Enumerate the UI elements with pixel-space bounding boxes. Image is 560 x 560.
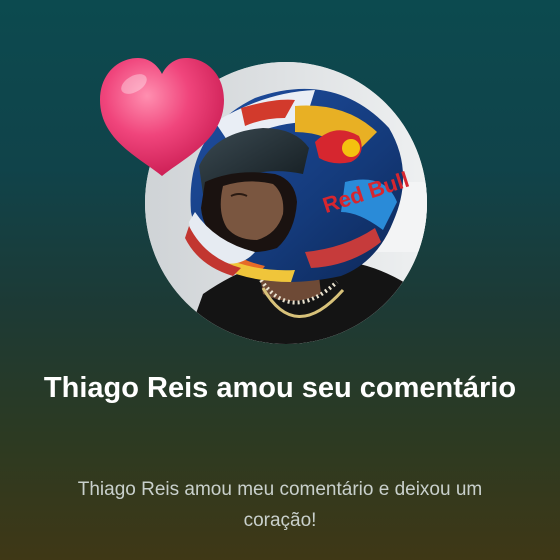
notification-title: Thiago Reis amou seu comentário bbox=[43, 372, 517, 404]
notification-card: Red Bull Thiago Reis amou seu comentário… bbox=[0, 0, 560, 560]
notification-message: Thiago Reis amou meu comentário e deixou… bbox=[77, 479, 483, 531]
heart-icon bbox=[100, 58, 224, 176]
